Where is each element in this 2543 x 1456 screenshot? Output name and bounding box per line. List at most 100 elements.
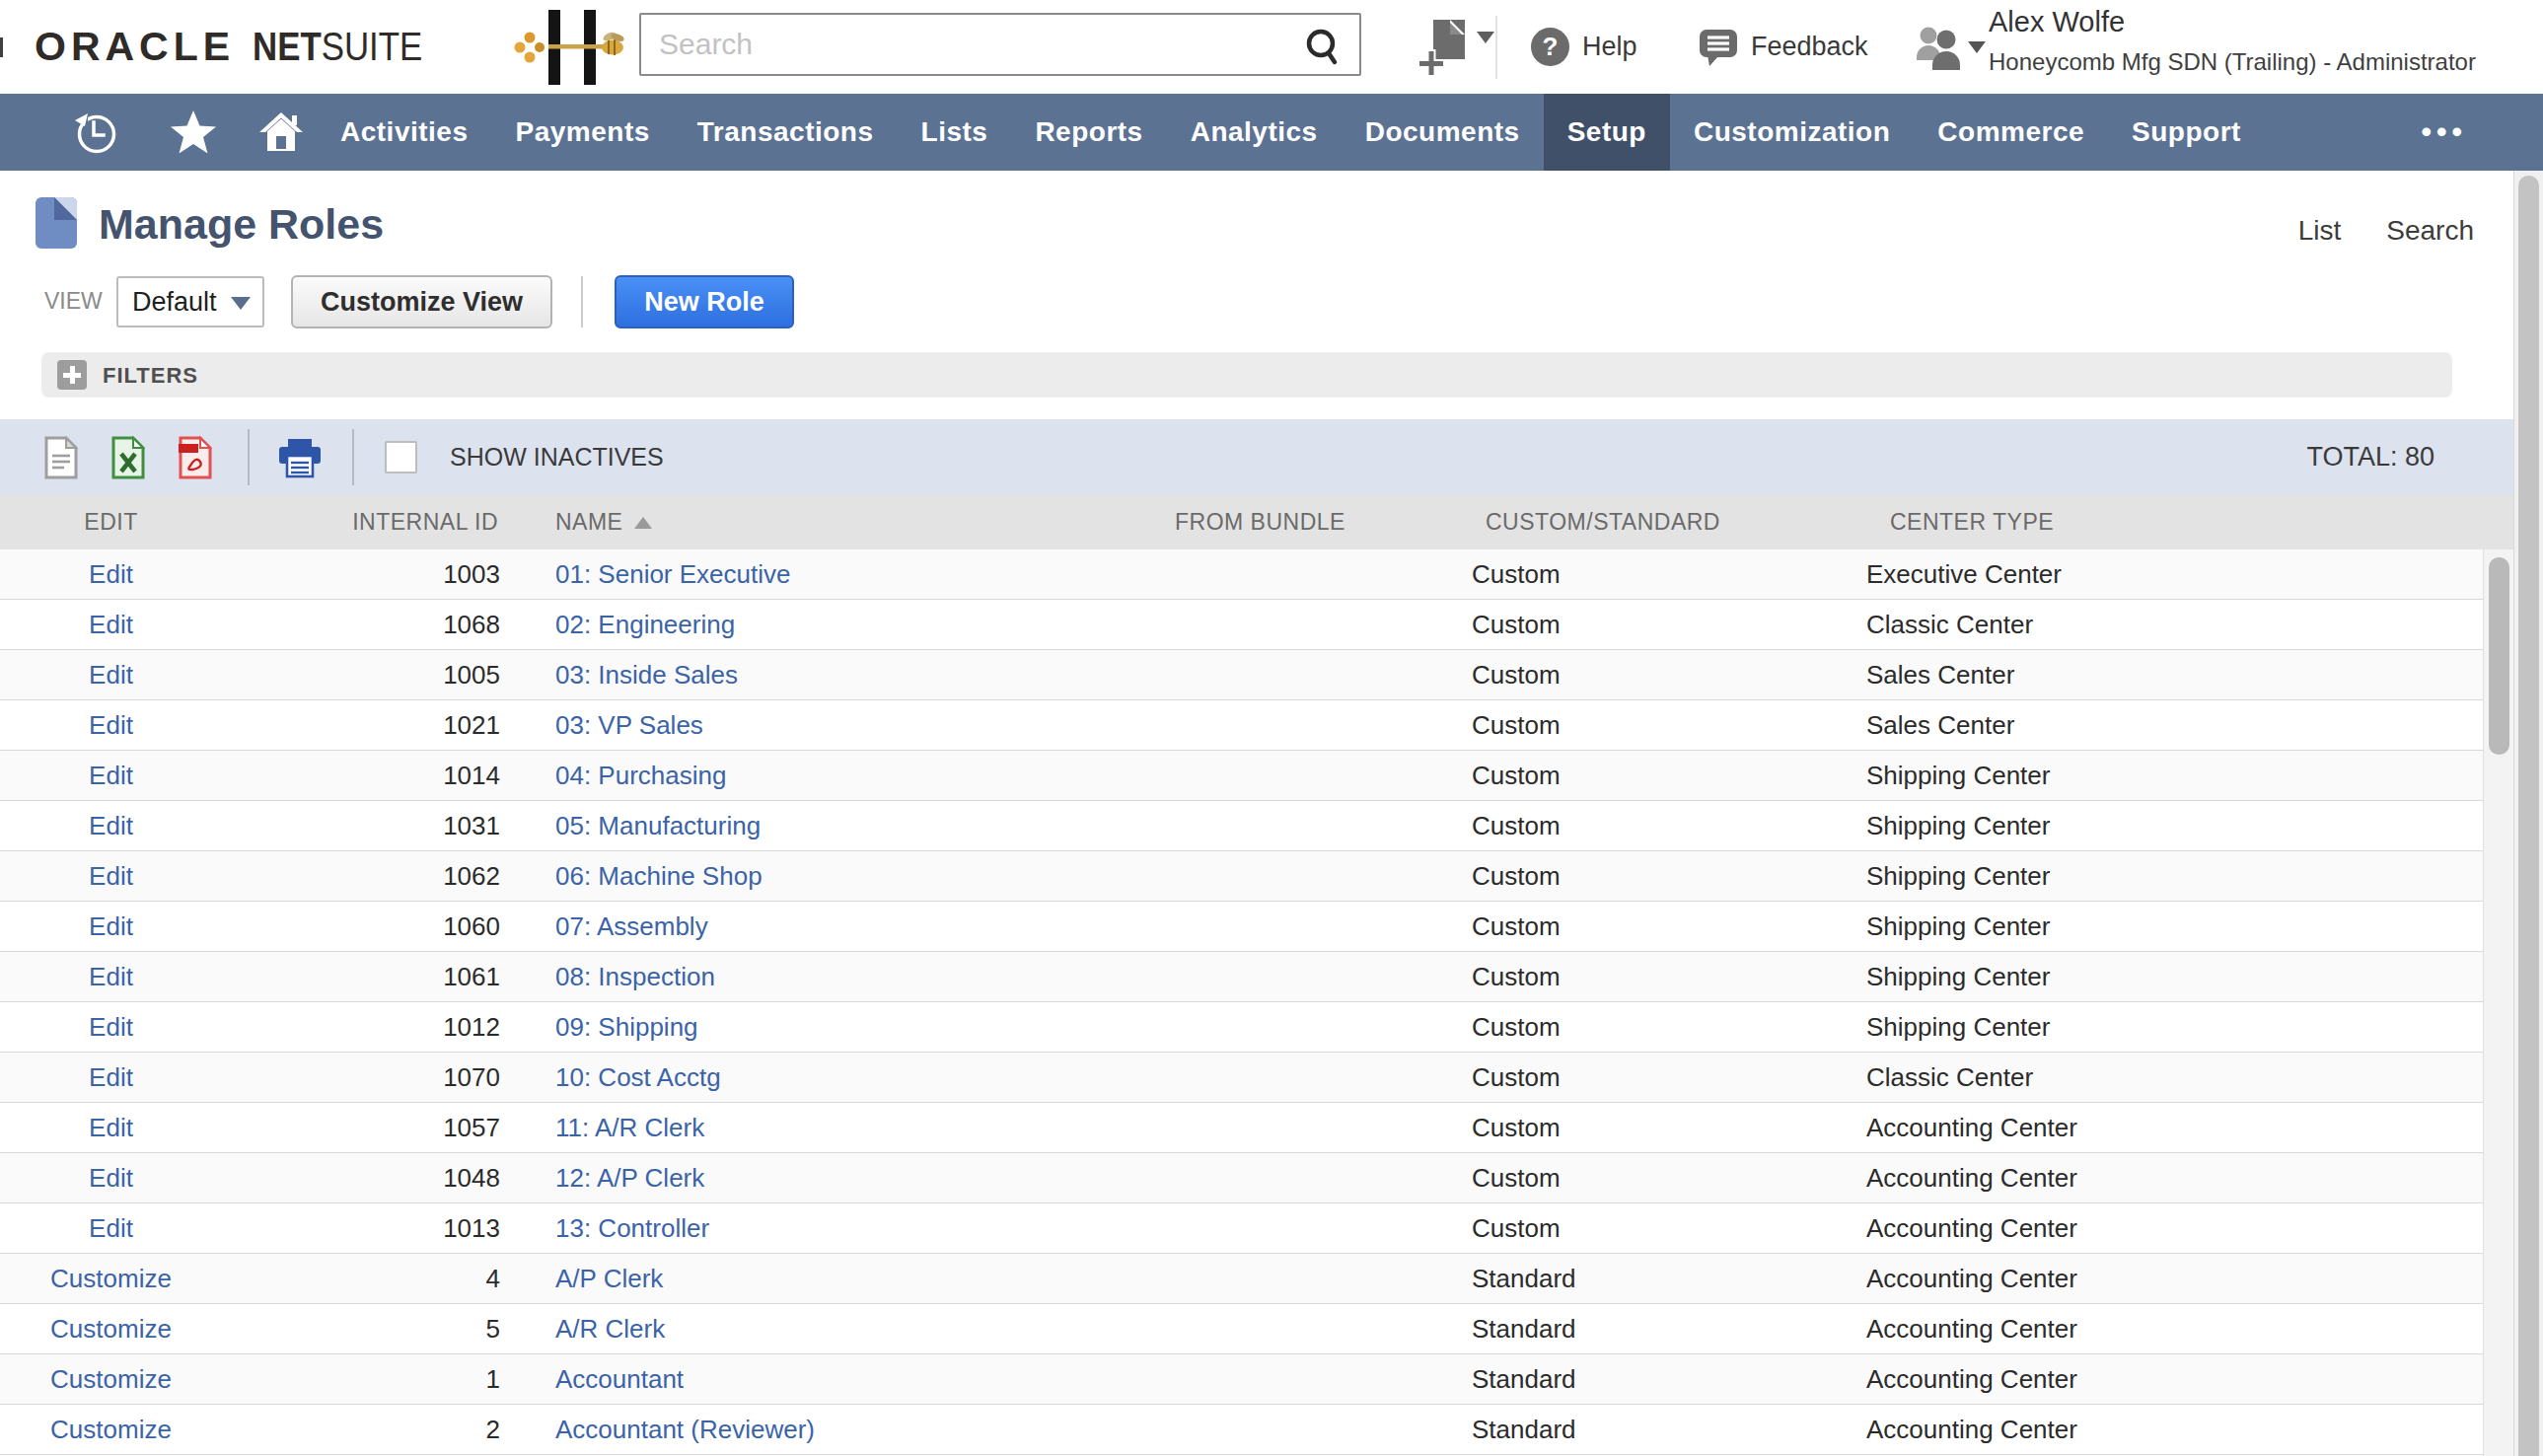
edit-link[interactable]: Edit [89,911,133,941]
from-bundle-cell [1164,851,1470,901]
role-name-link[interactable]: A/R Clerk [555,1314,665,1344]
role-name-link-cell: 05: Manufacturing [513,801,1164,850]
column-header-name[interactable]: NAME [513,509,1164,536]
search-icon[interactable] [1302,26,1344,67]
table-row: Edit102103: VP SalesCustomSales Center [0,700,2483,751]
nav-item-lists[interactable]: Lists [898,94,1012,171]
role-name-link[interactable]: 09: Shipping [555,1012,698,1042]
internal-id-cell: 1003 [222,549,513,599]
nav-item-documents[interactable]: Documents [1342,94,1544,171]
view-select[interactable]: Default [116,276,264,328]
column-header-from-bundle[interactable]: FROM BUNDLE [1164,509,1470,536]
edit-link[interactable]: Edit [89,660,133,690]
role-name-link-cell: 12: A/P Clerk [513,1153,1164,1202]
customize-link[interactable]: Customize [50,1415,172,1444]
nav-overflow-menu[interactable]: ••• [2421,94,2467,171]
edit-link[interactable]: Edit [89,962,133,991]
export-pdf-icon[interactable] [179,436,212,479]
expand-filters-icon[interactable] [57,360,87,390]
role-name-link[interactable]: Accountant (Reviewer) [555,1415,815,1444]
nav-item-transactions[interactable]: Transactions [674,94,898,171]
edit-link[interactable]: Edit [89,1012,133,1042]
list-link[interactable]: List [2298,215,2342,247]
netsuite-manage-roles-page: ORACLE NETSUITE [0,0,2543,1456]
customize-link[interactable]: Customize [50,1264,172,1293]
column-header-internal-id[interactable]: INTERNAL ID [222,509,513,536]
edit-link[interactable]: Edit [89,710,133,740]
edit-link[interactable]: Edit [89,1163,133,1193]
internal-id-cell: 1070 [222,1053,513,1102]
help-button[interactable]: ? Help [1531,0,1637,94]
list-scrollbar[interactable] [2483,549,2513,1456]
search-link[interactable]: Search [2386,215,2474,247]
filters-bar[interactable]: FILTERS [41,352,2452,398]
chevron-down-icon [1477,32,1494,43]
role-name-link[interactable]: 06: Machine Shop [555,861,763,891]
role-name-link[interactable]: 10: Cost Acctg [555,1062,721,1092]
edit-link[interactable]: Edit [89,811,133,840]
nav-item-commerce[interactable]: Commerce [1914,94,2108,171]
user-name[interactable]: Alex Wolfe [1989,6,2125,38]
nav-item-activities[interactable]: Activities [317,94,492,171]
customize-view-button[interactable]: Customize View [291,275,552,328]
nav-item-analytics[interactable]: Analytics [1167,94,1342,171]
from-bundle-cell [1164,1002,1470,1052]
edit-link[interactable]: Edit [89,761,133,790]
from-bundle-cell [1164,549,1470,599]
role-name-link[interactable]: 13: Controller [555,1213,709,1243]
user-menu-caret[interactable] [1968,39,1986,57]
user-role-subtitle[interactable]: Honeycomb Mfg SDN (Trailing) - Administr… [1989,48,2476,76]
print-icon[interactable] [278,439,322,478]
role-name-link[interactable]: 02: Engineering [555,610,735,639]
internal-id-cell: 1013 [222,1203,513,1253]
list-scrollbar-thumb[interactable] [2489,557,2509,755]
internal-id-cell: 5 [222,1304,513,1353]
create-new-menu[interactable] [1417,20,1481,79]
export-excel-icon[interactable] [111,436,145,479]
role-name-link[interactable]: Accountant [555,1364,684,1394]
edit-link[interactable]: Edit [89,1213,133,1243]
home-icon[interactable] [256,108,306,157]
role-name-link[interactable]: 01: Senior Executive [555,559,790,589]
export-csv-icon[interactable] [44,436,78,479]
feedback-button[interactable]: Feedback [1699,0,1868,94]
nav-item-reports[interactable]: Reports [1011,94,1166,171]
role-name-link[interactable]: 12: A/P Clerk [555,1163,704,1193]
nav-item-payments[interactable]: Payments [492,94,674,171]
new-role-button[interactable]: New Role [615,275,794,328]
internal-id-cell: 1062 [222,851,513,901]
search-input[interactable] [641,15,1359,74]
edit-link[interactable]: Edit [89,559,133,589]
page-scrollbar[interactable] [2513,171,2543,1456]
role-name-link[interactable]: 03: VP Sales [555,710,703,740]
nav-item-customization[interactable]: Customization [1670,94,1914,171]
shortcuts-star-icon[interactable] [170,109,217,156]
column-header-edit[interactable]: EDIT [0,509,222,536]
role-name-link-cell: 10: Cost Acctg [513,1053,1164,1102]
recent-records-icon[interactable] [72,109,119,156]
role-name-link[interactable]: 04: Purchasing [555,761,726,790]
edit-link[interactable]: Edit [89,610,133,639]
customize-link[interactable]: Customize [50,1314,172,1344]
column-header-custom-standard[interactable]: CUSTOM/STANDARD [1470,509,1864,536]
role-name-link[interactable]: 07: Assembly [555,911,708,941]
center-type-cell: Shipping Center [1864,952,2483,1001]
show-inactives-checkbox[interactable] [385,441,417,473]
role-name-link[interactable]: 08: Inspection [555,962,715,991]
column-header-center-type[interactable]: CENTER TYPE [1864,509,2513,536]
role-name-link[interactable]: 03: Inside Sales [555,660,738,690]
nav-item-support[interactable]: Support [2108,94,2265,171]
edit-link[interactable]: Edit [89,1113,133,1142]
feedback-label: Feedback [1751,32,1868,62]
role-name-link[interactable]: 05: Manufacturing [555,811,761,840]
roles-menu[interactable] [1915,26,1966,75]
page-scrollbar-thumb[interactable] [2518,176,2539,1456]
edit-link[interactable]: Edit [89,861,133,891]
customize-link[interactable]: Customize [50,1364,172,1394]
role-name-link[interactable]: 11: A/R Clerk [555,1113,704,1142]
role-name-link[interactable]: A/P Clerk [555,1264,663,1293]
edit-link[interactable]: Edit [89,1062,133,1092]
internal-id-cell: 1 [222,1354,513,1404]
table-row: Edit101313: ControllerCustomAccounting C… [0,1203,2483,1254]
nav-item-setup[interactable]: Setup [1544,94,1670,171]
